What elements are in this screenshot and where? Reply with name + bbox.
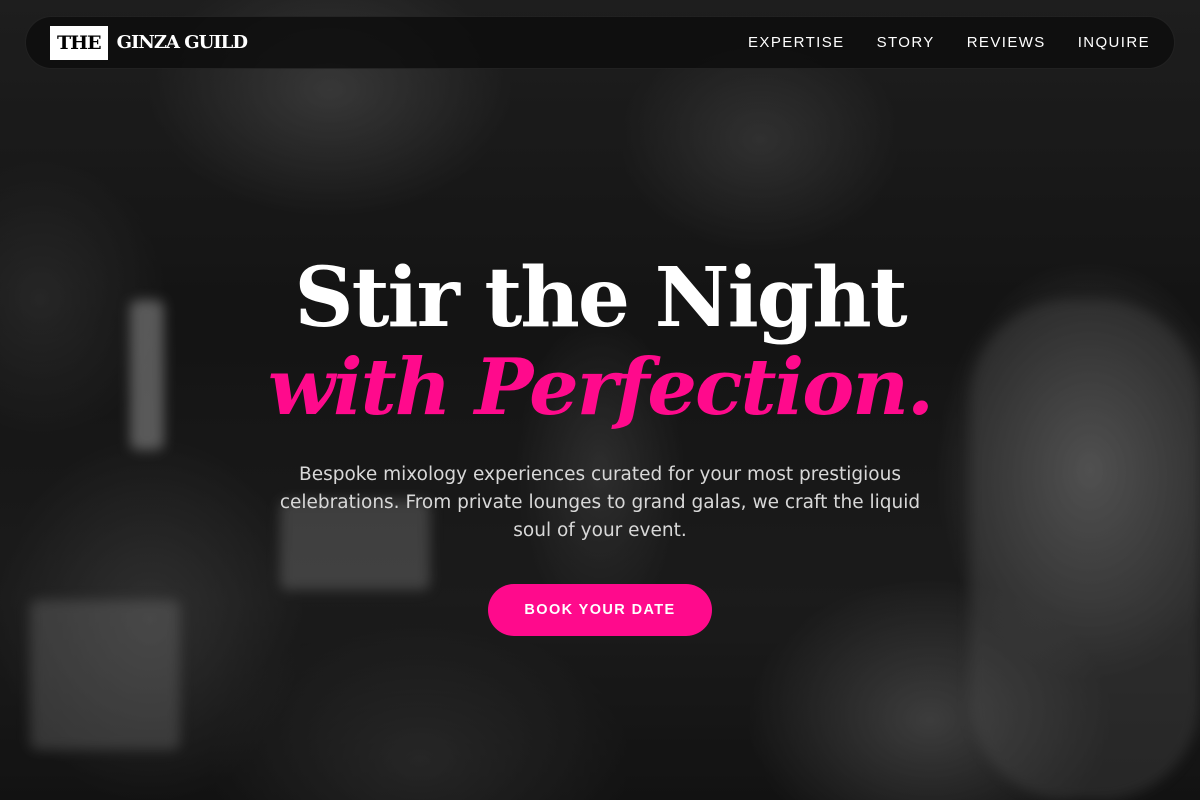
top-navigation: THE GINZA GUILD EXPERTISE STORY REVIEWS … (25, 16, 1175, 69)
book-your-date-button[interactable]: BOOK YOUR DATE (488, 584, 712, 636)
nav-link-story[interactable]: STORY (877, 34, 935, 51)
hero-headline-line2: with Perfection. (267, 342, 934, 433)
landing-page: THE GINZA GUILD EXPERTISE STORY REVIEWS … (0, 0, 1200, 800)
hero-headline-line1: Stir the Night (294, 250, 907, 346)
nav-link-reviews[interactable]: REVIEWS (967, 34, 1046, 51)
brand-logo-box: THE (50, 25, 108, 60)
nav-links: EXPERTISE STORY REVIEWS INQUIRE (716, 34, 1150, 51)
brand-logo[interactable]: THE GINZA GUILD (50, 25, 248, 60)
nav-link-expertise[interactable]: EXPERTISE (748, 34, 845, 51)
hero-subtitle: Bespoke mixology experiences curated for… (279, 464, 921, 541)
nav-link-inquire[interactable]: INQUIRE (1078, 34, 1150, 51)
brand-name: GINZA GUILD (116, 32, 248, 53)
